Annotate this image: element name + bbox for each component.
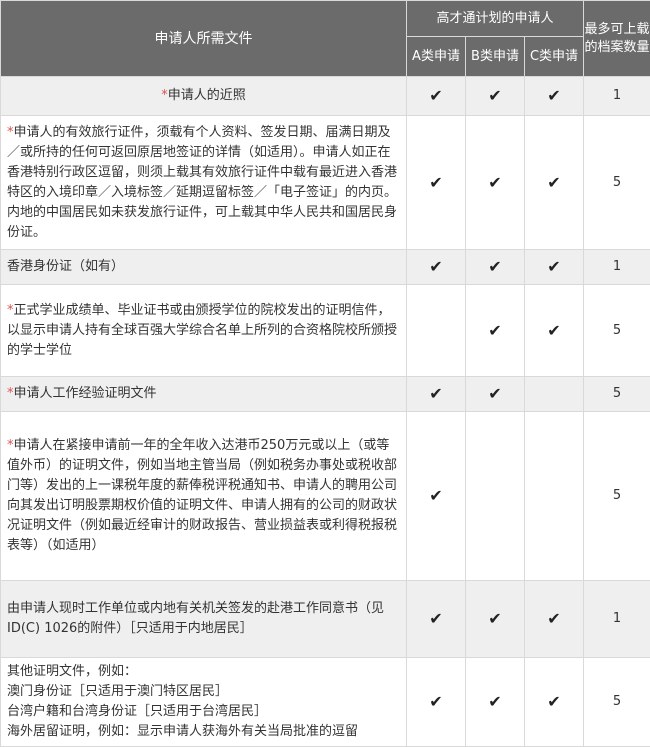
category-c-cell: ✔ [525,285,584,377]
required-documents-table: 申请人所需文件 高才通计划的申请人 最多可上载的档案数量 A类申请 B类申请 C… [0,0,650,747]
category-b-cell: ✔ [466,77,525,116]
checkmark-icon: ✔ [547,86,560,105]
document-text: 申请人的近照 [168,88,246,103]
checkmark-icon: ✔ [429,384,442,403]
max-upload-count: 5 [584,412,650,581]
category-b-cell: ✔ [466,377,525,412]
category-a-cell: ✔ [407,412,466,581]
checkmark-icon: ✔ [429,692,442,711]
checkmark-icon: ✔ [547,257,560,276]
category-a-cell: ✔ [407,77,466,116]
max-upload-count: 1 [584,581,650,658]
checkmark-icon: ✔ [429,86,442,105]
document-description: *申请人工作经验证明文件 [1,377,407,412]
category-c-cell [525,412,584,581]
header-category-b: B类申请 [466,37,525,77]
category-b-cell: ✔ [466,581,525,658]
category-a-cell: ✔ [407,658,466,747]
checkmark-icon: ✔ [429,609,442,628]
document-text: 申请人工作经验证明文件 [14,386,157,401]
document-text-line: 台湾户籍和台湾身份证［只适用于台湾居民］ [7,702,400,722]
checkmark-icon: ✔ [547,321,560,340]
category-c-cell: ✔ [525,250,584,285]
table-body: *申请人的近照 ✔ ✔ ✔ 1 *申请人的有效旅行证件，须载有个人资料、签发日期、届满日期… [1,77,650,747]
document-text: 申请人在紧接申请前一年的全年收入达港币250万元或以上（或等值外币）的证明文件，… [7,438,397,553]
header-category-a: A类申请 [407,37,466,77]
checkmark-icon: ✔ [488,384,501,403]
max-upload-count: 5 [584,377,650,412]
table-row: 香港身份证（如有） ✔ ✔ ✔ 1 [1,250,650,285]
category-a-cell: ✔ [407,581,466,658]
category-b-cell [466,412,525,581]
category-a-cell: ✔ [407,116,466,250]
document-text-line: 其他证明文件，例如： [7,662,400,682]
max-upload-count: 5 [584,658,650,747]
header-category-c: C类申请 [525,37,584,77]
document-description: *正式学业成绩单、毕业证书或由颁授学位的院校发出的证明信件，以显示申请人持有全球… [1,285,407,377]
category-a-cell: ✔ [407,377,466,412]
document-description: *申请人在紧接申请前一年的全年收入达港币250万元或以上（或等值外币）的证明文件… [1,412,407,581]
table-row: *申请人在紧接申请前一年的全年收入达港币250万元或以上（或等值外币）的证明文件… [1,412,650,581]
category-a-cell [407,285,466,377]
checkmark-icon: ✔ [429,486,442,505]
table-row: 其他证明文件，例如：澳门身份证［只适用于澳门特区居民］台湾户籍和台湾身份证［只适… [1,658,650,747]
document-text: 申请人的有效旅行证件，须载有个人资料、签发日期、届满日期及／或所持的任何可返回原… [7,125,397,240]
checkmark-icon: ✔ [429,257,442,276]
document-text: 由申请人现时工作单位或内地有关机关签发的赴港工作同意书（见ID(C) 1026的… [7,601,384,636]
header-max-upload: 最多可上载的档案数量 [584,1,650,77]
checkmark-icon: ✔ [547,609,560,628]
header-max-upload-text: 最多可上载的档案数量 [585,22,650,55]
checkmark-icon: ✔ [488,257,501,276]
category-b-cell: ✔ [466,250,525,285]
checkmark-icon: ✔ [547,692,560,711]
table-row: 由申请人现时工作单位或内地有关机关签发的赴港工作同意书（见ID(C) 1026的… [1,581,650,658]
category-c-cell: ✔ [525,116,584,250]
document-description: 香港身份证（如有） [1,250,407,285]
category-c-cell: ✔ [525,658,584,747]
category-c-cell: ✔ [525,77,584,116]
document-description: 由申请人现时工作单位或内地有关机关签发的赴港工作同意书（见ID(C) 1026的… [1,581,407,658]
category-b-cell: ✔ [466,116,525,250]
document-text: 香港身份证（如有） [7,259,124,274]
max-upload-count: 5 [584,285,650,377]
header-applicant-group: 高才通计划的申请人 [407,1,584,37]
table-row: *正式学业成绩单、毕业证书或由颁授学位的院校发出的证明信件，以显示申请人持有全球… [1,285,650,377]
category-b-cell: ✔ [466,658,525,747]
table-row: *申请人的近照 ✔ ✔ ✔ 1 [1,77,650,116]
document-description: *申请人的近照 [1,77,407,116]
category-b-cell: ✔ [466,285,525,377]
checkmark-icon: ✔ [488,173,501,192]
checkmark-icon: ✔ [547,173,560,192]
max-upload-count: 1 [584,250,650,285]
document-description: 其他证明文件，例如：澳门身份证［只适用于澳门特区居民］台湾户籍和台湾身份证［只适… [1,658,407,747]
checkmark-icon: ✔ [429,173,442,192]
category-a-cell: ✔ [407,250,466,285]
document-text-line: 澳门身份证［只适用于澳门特区居民］ [7,682,400,702]
max-upload-count: 1 [584,77,650,116]
checkmark-icon: ✔ [488,86,501,105]
document-description: *申请人的有效旅行证件，须载有个人资料、签发日期、届满日期及／或所持的任何可返回… [1,116,407,250]
header-required-documents: 申请人所需文件 [1,1,407,77]
document-text: 正式学业成绩单、毕业证书或由颁授学位的院校发出的证明信件，以显示申请人持有全球百… [7,303,397,358]
checkmark-icon: ✔ [488,692,501,711]
category-c-cell: ✔ [525,581,584,658]
checkmark-icon: ✔ [488,609,501,628]
checkmark-icon: ✔ [488,321,501,340]
table-row: *申请人工作经验证明文件 ✔ ✔ 5 [1,377,650,412]
category-c-cell [525,377,584,412]
document-text-line: 海外居留证明，例如：显示申请人获海外有关当局批准的逗留 [7,722,400,742]
max-upload-count: 5 [584,116,650,250]
table-row: *申请人的有效旅行证件，须载有个人资料、签发日期、届满日期及／或所持的任何可返回… [1,116,650,250]
